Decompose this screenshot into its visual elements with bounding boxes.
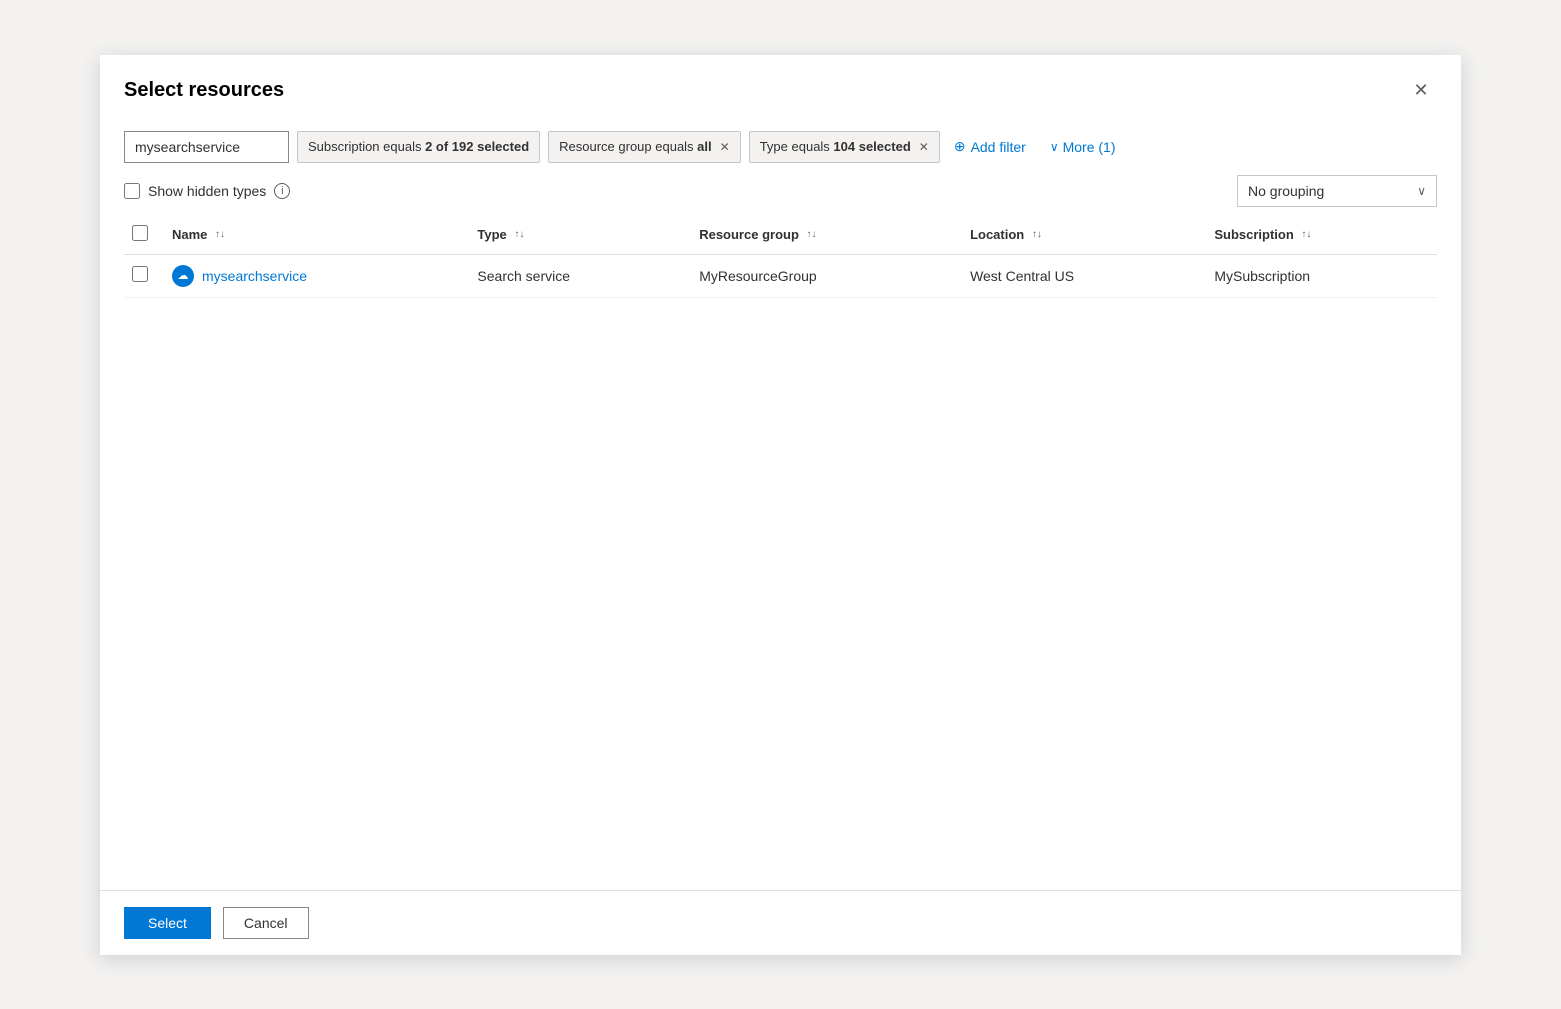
row-name-cell: ☁ mysearchservice [164,254,469,297]
resource-type-icon: ☁ [172,265,194,287]
filter-type-label: Type equals 104 selected [760,139,911,154]
col-type-sort-icon[interactable]: ↑↓ [514,230,524,240]
options-bar: Show hidden types i No grouping ∨ [100,171,1461,215]
col-header-name[interactable]: Name ↑↓ [164,215,469,255]
filter-resource-group-close[interactable]: ✕ [720,140,730,154]
show-hidden-label[interactable]: Show hidden types i [124,183,290,199]
filter-pill-resource-group[interactable]: Resource group equals all ✕ [548,131,741,163]
add-filter-button[interactable]: ⊕ Add filter [948,131,1032,163]
select-button[interactable]: Select [124,907,211,939]
select-resources-dialog: Select resources ✕ Subscription equals 2… [100,55,1461,955]
table-header-row: Name ↑↓ Type ↑↓ Resource group ↑↓ Locati… [124,215,1437,255]
filter-type-close[interactable]: ✕ [919,140,929,154]
show-hidden-text: Show hidden types [148,183,266,199]
col-name-sort-icon[interactable]: ↑↓ [215,230,225,240]
col-header-location[interactable]: Location ↑↓ [962,215,1206,255]
grouping-label: No grouping [1248,183,1324,199]
more-label: More (1) [1063,139,1116,155]
search-input[interactable] [124,131,289,163]
col-header-subscription[interactable]: Subscription ↑↓ [1206,215,1437,255]
select-all-header [124,215,164,255]
more-button[interactable]: ∨ More (1) [1044,131,1122,163]
select-all-checkbox[interactable] [132,225,148,241]
resource-name-link[interactable]: mysearchservice [202,268,307,284]
dialog-header: Select resources ✕ [100,55,1461,123]
col-name-label: Name [172,227,207,242]
row-checkbox-cell [124,254,164,297]
dialog-title: Select resources [124,79,284,102]
filter-resource-group-label: Resource group equals all [559,139,712,154]
row-subscription-cell: MySubscription [1206,254,1437,297]
resources-table-container: Name ↑↓ Type ↑↓ Resource group ↑↓ Locati… [100,215,1461,890]
cancel-button[interactable]: Cancel [223,907,309,939]
col-location-label: Location [970,227,1024,242]
add-filter-label: Add filter [971,139,1026,155]
toolbar: Subscription equals 2 of 192 selected Re… [100,123,1461,171]
dialog-footer: Select Cancel [100,890,1461,955]
row-resource-group-cell: MyResourceGroup [691,254,962,297]
chevron-down-icon: ∨ [1050,140,1059,154]
grouping-dropdown[interactable]: No grouping ∨ [1237,175,1437,207]
add-filter-icon: ⊕ [954,138,966,155]
col-resource-group-label: Resource group [699,227,799,242]
col-subscription-label: Subscription [1214,227,1293,242]
info-icon[interactable]: i [274,183,290,199]
filter-subscription-label: Subscription equals 2 of 192 selected [308,139,529,154]
col-type-label: Type [477,227,506,242]
row-checkbox[interactable] [132,266,148,282]
col-subscription-sort-icon[interactable]: ↑↓ [1301,230,1311,240]
row-type-cell: Search service [469,254,691,297]
close-button[interactable]: ✕ [1405,75,1437,107]
filter-pill-subscription[interactable]: Subscription equals 2 of 192 selected [297,131,540,163]
col-location-sort-icon[interactable]: ↑↓ [1032,230,1042,240]
col-header-resource-group[interactable]: Resource group ↑↓ [691,215,962,255]
resources-table: Name ↑↓ Type ↑↓ Resource group ↑↓ Locati… [124,215,1437,298]
row-location-cell: West Central US [962,254,1206,297]
grouping-chevron-icon: ∨ [1417,184,1426,198]
col-resource-group-sort-icon[interactable]: ↑↓ [807,230,817,240]
table-row: ☁ mysearchservice Search service MyResou… [124,254,1437,297]
filter-pill-type[interactable]: Type equals 104 selected ✕ [749,131,940,163]
col-header-type[interactable]: Type ↑↓ [469,215,691,255]
table-body: ☁ mysearchservice Search service MyResou… [124,254,1437,297]
show-hidden-checkbox[interactable] [124,183,140,199]
